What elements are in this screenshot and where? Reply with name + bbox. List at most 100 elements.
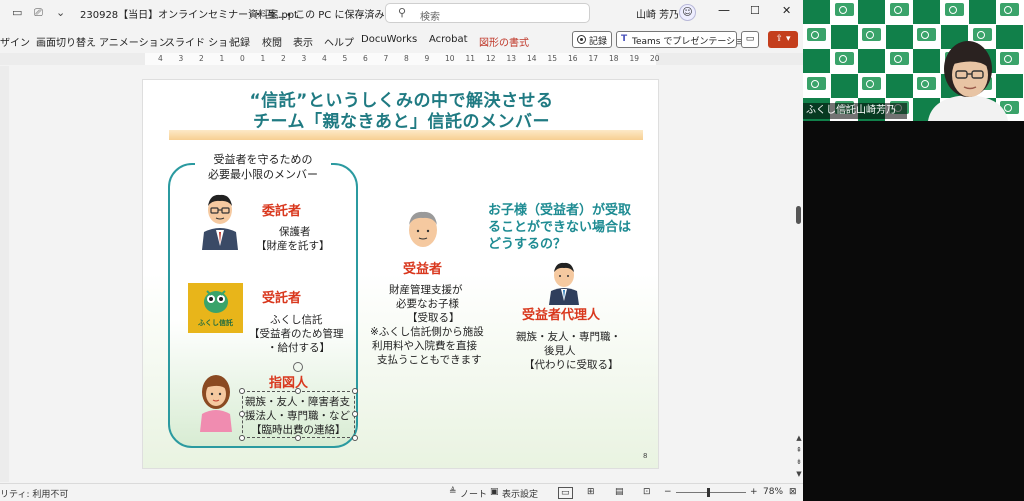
tab-design[interactable]: ザイン [0, 34, 30, 49]
settlor-desc1[interactable]: 保護者 [279, 225, 311, 239]
zoom-in-button[interactable]: + [750, 487, 758, 497]
tab-record[interactable]: 記録 [230, 34, 250, 49]
zoom-level[interactable]: 78% [763, 487, 783, 497]
settlor-role[interactable]: 委託者 [262, 205, 301, 219]
tab-transitions[interactable]: 画面切り替え [36, 34, 96, 49]
save-status[interactable]: • この PC に保存済み [286, 6, 384, 21]
participant-video [928, 41, 1008, 121]
participant-name-label: ふくし信託山崎芳乃 [803, 103, 907, 119]
resize-handle-l[interactable] [239, 411, 245, 417]
beneficiary-desc1[interactable]: 財産管理支援が [389, 283, 463, 297]
director-role[interactable]: 指図人 [269, 377, 308, 391]
tab-help[interactable]: ヘルプ [324, 34, 354, 49]
agent-desc2[interactable]: 後見人 [544, 344, 576, 358]
trustee-role[interactable]: 受託者 [262, 292, 301, 306]
ruler-mark: 8 [404, 54, 409, 63]
slide-sorter-icon[interactable]: ⊞ [587, 487, 595, 497]
vertical-scrollbar[interactable]: ▲ ⇞ ⇟ ▼ [795, 66, 803, 482]
notes-icon[interactable]: ≜ [449, 487, 457, 497]
zoom-slider-track[interactable] [676, 492, 746, 493]
normal-view-icon[interactable]: ▭ [558, 487, 573, 499]
resize-handle-tl[interactable] [239, 388, 245, 394]
backdrop-tile [858, 73, 886, 98]
agent-desc1[interactable]: 親族・友人・専門職・ [516, 330, 621, 344]
comments-button[interactable]: ▭ [741, 31, 759, 48]
resize-handle-tr[interactable] [352, 388, 358, 394]
resize-handle-r[interactable] [352, 411, 358, 417]
share-button[interactable]: ⇪ ▾ [768, 31, 798, 48]
backdrop-tile [830, 24, 858, 49]
beneficiary-desc2[interactable]: 必要なお子様 [396, 297, 459, 311]
record-button[interactable]: 記録 [572, 31, 612, 48]
tab-animations[interactable]: アニメーション [99, 34, 169, 49]
tab-review[interactable]: 校閲 [262, 34, 282, 49]
trustee-desc1[interactable]: ふくし信託 [270, 313, 323, 327]
slideshow-from-beginning-icon[interactable]: ⎚ [34, 6, 43, 20]
search-box[interactable]: ⚲ 検索 [385, 3, 590, 23]
resize-handle-b[interactable] [295, 435, 301, 441]
notes-button[interactable]: ノート [460, 487, 487, 500]
slideshow-view-icon[interactable]: ⊡ [643, 487, 651, 497]
user-name[interactable]: 山崎 芳乃 [636, 6, 679, 21]
agent-desc3[interactable]: 【代わりに受取る】 [524, 358, 619, 372]
tab-view[interactable]: 表示 [293, 34, 313, 49]
backdrop-tile [968, 0, 996, 24]
tab-acrobat[interactable]: Acrobat [429, 34, 468, 45]
ruler-mark: 2 [199, 54, 204, 63]
tab-shape-format[interactable]: 図形の書式 [479, 34, 529, 49]
beneficiary-note3[interactable]: 支払うこともできます [377, 353, 482, 367]
next-slide-icon[interactable]: ⇟ [795, 458, 803, 466]
resize-handle-br[interactable] [352, 435, 358, 441]
save-status-chevron-icon[interactable]: ⌄ [356, 6, 365, 19]
user-avatar[interactable]: ☺ [679, 4, 696, 21]
backdrop-tile [885, 49, 913, 73]
agent-role[interactable]: 受益者代理人 [522, 309, 600, 323]
slide-8[interactable]: “信託”というしくみの中で解決させる チーム「親なきあと」信託のメンバー 受益者… [142, 79, 659, 469]
beneficiary-role[interactable]: 受益者 [403, 263, 442, 277]
question-line2[interactable]: ることができない場合は [488, 219, 631, 236]
beneficiary-note2[interactable]: 利用料や入院費を直接 [372, 339, 477, 353]
reading-view-icon[interactable]: ▤ [615, 487, 624, 497]
title-underline-band [169, 130, 643, 140]
previous-slide-icon[interactable]: ⇞ [795, 446, 803, 454]
close-button[interactable]: ✕ [782, 4, 791, 17]
save-icon[interactable]: ▭ [12, 6, 22, 19]
trustee-desc3[interactable]: ・給付する】 [267, 341, 330, 355]
question-line3[interactable]: どうするの？ [488, 236, 566, 253]
scroll-down-icon[interactable]: ▼ [795, 470, 803, 478]
quick-access-dropdown-icon[interactable]: ⌄ [56, 6, 65, 19]
beneficiary-desc3[interactable]: 【受取る】 [407, 311, 460, 325]
trustee-desc2[interactable]: 【受益者のため管理 [249, 327, 344, 341]
display-settings-button[interactable]: 表示設定 [502, 487, 538, 500]
zoom-slider-knob[interactable] [707, 488, 710, 497]
settlor-illustration[interactable] [198, 190, 242, 250]
resize-handle-bl[interactable] [239, 435, 245, 441]
maximize-button[interactable]: ☐ [750, 4, 760, 17]
members-box-label[interactable]: 受益者を守るための 必要最小限のメンバー [195, 150, 331, 184]
present-in-teams-button[interactable]: T Teams でプレゼンテーション [616, 31, 753, 48]
director-illustration[interactable] [196, 370, 236, 432]
accessibility-status[interactable]: リティ: 利用不可 [0, 487, 68, 500]
fit-to-window-icon[interactable]: ⊠ [789, 487, 797, 497]
minimize-button[interactable]: — [718, 3, 730, 17]
question-line1[interactable]: お子様（受益者）が受取 [488, 202, 631, 219]
scrollbar-thumb[interactable] [796, 206, 801, 224]
powerpoint-window: ▭ ⎚ ⌄ 230928【当日】オンラインセミナー資料案.ppt ・ 互… • … [0, 0, 803, 501]
backdrop-tile [803, 24, 830, 49]
resize-handle-t[interactable] [295, 388, 301, 394]
beneficiary-illustration[interactable] [403, 205, 443, 255]
fukushi-shintaku-logo[interactable]: ふくし信託 [188, 283, 243, 333]
backdrop-tile [803, 73, 830, 98]
slide-title-line2[interactable]: チーム「親なきあと」信託のメンバー [143, 107, 660, 132]
rotate-handle[interactable] [293, 362, 303, 372]
display-settings-icon[interactable]: ▣ [490, 487, 499, 497]
beneficiary-agent-illustration[interactable] [547, 259, 581, 305]
settlor-desc2[interactable]: 【財産を託す】 [256, 239, 330, 253]
selected-textbox-outline[interactable] [242, 391, 355, 438]
zoom-out-button[interactable]: − [664, 487, 672, 497]
scroll-up-icon[interactable]: ▲ [795, 434, 803, 442]
tab-slideshow[interactable]: スライド ショー [165, 34, 238, 49]
beneficiary-note1[interactable]: ※ふくし信託側から施設 [370, 325, 484, 339]
tab-docuworks[interactable]: DocuWorks [361, 34, 417, 45]
backdrop-tile [913, 0, 941, 24]
